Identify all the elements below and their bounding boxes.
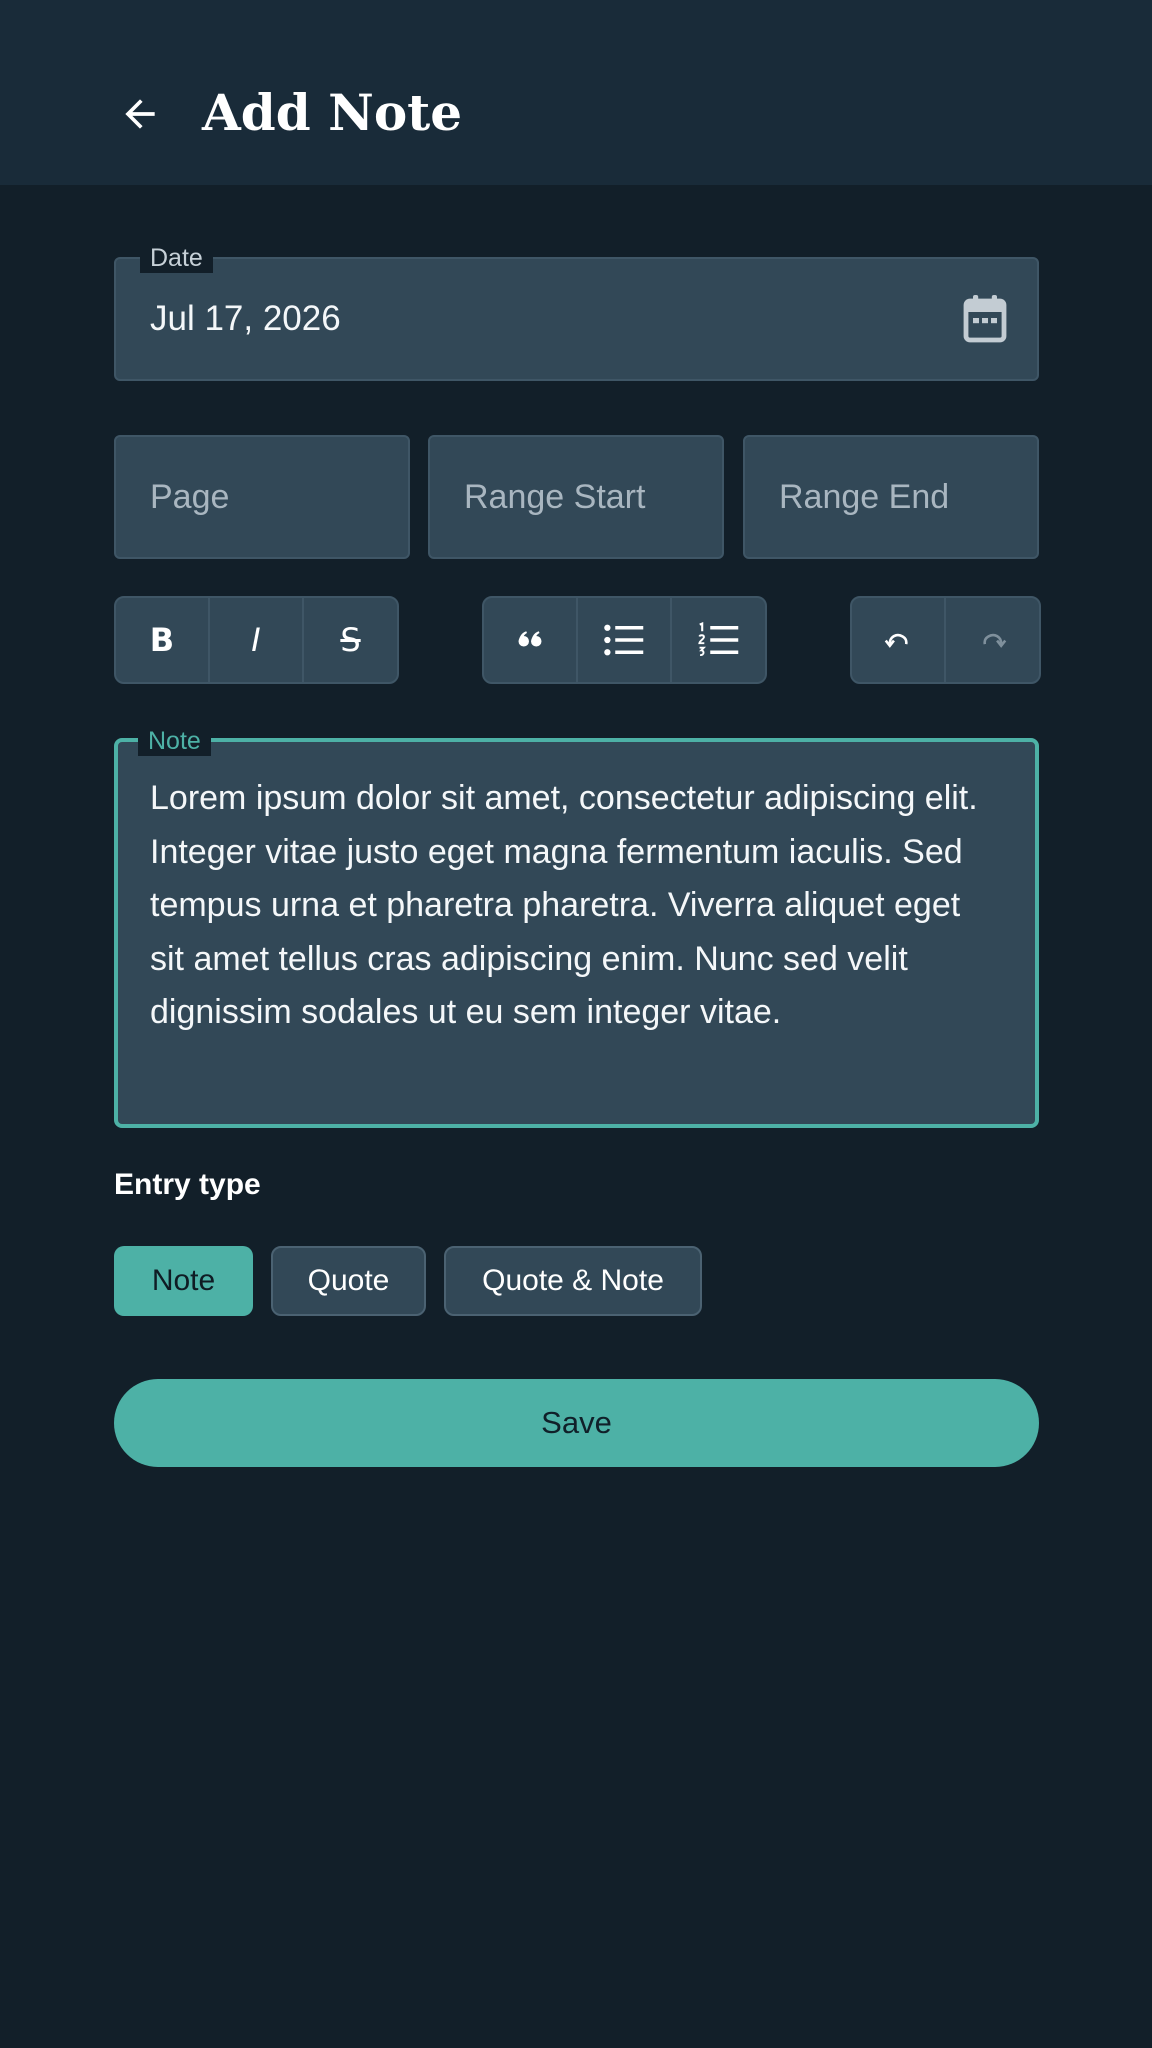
arrow-left-icon [125,99,155,129]
quote-button[interactable] [484,598,578,682]
strikethrough-button[interactable]: S [304,598,397,682]
italic-icon: I [251,621,261,659]
bulleted-list-icon [604,624,644,656]
date-value: Jul 17, 2026 [150,299,341,338]
bulleted-list-button[interactable] [578,598,672,682]
history-toolbar [850,596,1041,684]
entry-type-label: Entry type [114,1168,261,1201]
range-start-field[interactable]: Range Start [428,435,724,559]
strikethrough-icon: S [340,621,361,659]
italic-button[interactable]: I [210,598,304,682]
save-button[interactable]: Save [114,1379,1039,1467]
page-title: Add Note [202,83,463,142]
block-toolbar [482,596,767,684]
redo-button[interactable] [946,598,1039,682]
undo-button[interactable] [852,598,946,682]
note-field[interactable]: Note Lorem ipsum dolor sit amet, consect… [114,726,1039,1128]
calendar-icon[interactable] [963,295,1007,343]
bold-icon: B [149,621,175,659]
range-start-placeholder: Range Start [464,477,646,516]
text-style-toolbar: B I S [114,596,399,684]
numbered-list-icon [697,622,738,657]
date-field[interactable]: Date Jul 17, 2026 [114,243,1039,381]
back-button[interactable] [116,90,164,138]
page-placeholder: Page [150,477,230,516]
entry-type-note-chip[interactable]: Note [114,1246,253,1316]
note-field-label: Note [138,726,211,756]
note-text[interactable]: Lorem ipsum dolor sit amet, consectetur … [150,772,995,1040]
format-quote-icon [518,631,542,647]
range-end-field[interactable]: Range End [743,435,1039,559]
undo-icon [884,633,908,648]
entry-type-quote-chip[interactable]: Quote [271,1246,426,1316]
entry-type-quote-note-chip[interactable]: Quote & Note [444,1246,702,1316]
redo-icon [982,633,1006,648]
numbered-list-button[interactable] [672,598,765,682]
range-end-placeholder: Range End [779,477,950,516]
page-field[interactable]: Page [114,435,410,559]
bold-button[interactable]: B [116,598,210,682]
app-bar: Add Note [0,0,1152,185]
